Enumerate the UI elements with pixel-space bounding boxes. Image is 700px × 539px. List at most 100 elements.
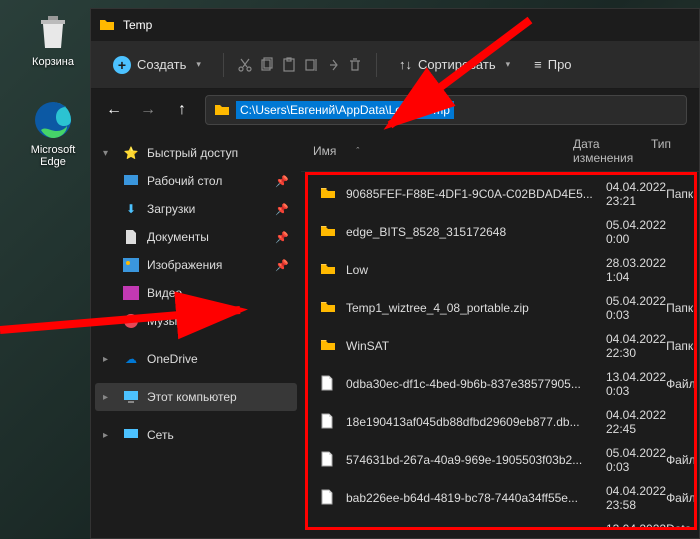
sidebar-this-pc[interactable]: ▸ Этот компьютер — [95, 383, 297, 411]
folder-icon — [214, 102, 230, 118]
file-row[interactable]: 574631bd-267a-40a9-969e-1905503f03b2...0… — [308, 441, 694, 479]
sidebar-item-label: Этот компьютер — [147, 390, 237, 404]
file-area: Имя ˆ Дата изменения Тип 90685FEF-F88E-4… — [301, 131, 699, 538]
share-icon[interactable] — [324, 56, 342, 74]
file-name: 574631bd-267a-40a9-969e-1905503f03b2... — [346, 453, 606, 467]
file-icon — [320, 451, 338, 469]
sidebar-item-label: Загрузки — [147, 202, 195, 216]
file-list[interactable]: 90685FEF-F88E-4DF1-9C0A-C02BDAD4E5...04.… — [305, 172, 697, 530]
up-button[interactable]: ↑ — [171, 99, 193, 121]
sidebar-quick-access[interactable]: ▾ ⭐ Быстрый доступ — [95, 139, 297, 167]
sidebar-downloads[interactable]: ⬇ Загрузки 📌 — [115, 195, 297, 223]
file-row[interactable]: Temp1_wiztree_4_08_portable.zip05.04.202… — [308, 289, 694, 327]
toolbar: + Создать ▾ ↑↓ Сортировать ▾ ≡ Про — [91, 41, 699, 89]
edge-browser-icon[interactable]: Microsoft Edge — [18, 100, 88, 168]
star-icon: ⭐ — [123, 145, 139, 161]
file-list-header: Имя ˆ Дата изменения Тип — [301, 131, 699, 172]
rename-icon[interactable] — [302, 56, 320, 74]
video-icon — [123, 285, 139, 301]
image-icon — [123, 257, 139, 273]
file-row[interactable]: Low28.03.2022 1:04 — [308, 251, 694, 289]
document-icon — [123, 229, 139, 245]
back-button[interactable]: ← — [103, 99, 125, 121]
delete-icon[interactable] — [346, 56, 364, 74]
file-date: 05.04.2022 0:00 — [606, 218, 666, 246]
file-date: 05.04.2022 0:03 — [606, 446, 666, 474]
view-button[interactable]: ≡ Про — [524, 51, 581, 78]
file-date: 04.04.2022 23:21 — [606, 180, 666, 208]
nav-row: ← → ↑ C:\Users\Евгений\AppData\Local\Tem… — [91, 89, 699, 131]
folder-icon — [320, 223, 338, 241]
sidebar-onedrive[interactable]: ▸ ☁ OneDrive — [95, 345, 297, 373]
chevron-right-icon: ▸ — [103, 392, 115, 403]
file-row[interactable]: 18e190413af045db88dfbd29609eb877.db...04… — [308, 403, 694, 441]
file-row[interactable]: edge_BITS_8528_31517264805.04.2022 0:00 — [308, 213, 694, 251]
sidebar: ▾ ⭐ Быстрый доступ Рабочий стол 📌 ⬇ Загр… — [91, 131, 301, 538]
chevron-down-icon: ▾ — [103, 148, 115, 159]
pin-icon: 📌 — [275, 231, 289, 244]
column-type[interactable]: Тип — [651, 137, 687, 165]
trash-icon — [33, 12, 73, 52]
file-row[interactable]: 0dba30ec-df1c-4bed-9b6b-837e38577905...1… — [308, 365, 694, 403]
edge-label: Microsoft Edge — [18, 144, 88, 168]
file-name: 18e190413af045db88dfbd29609eb877.db... — [346, 415, 606, 429]
sidebar-item-label: Музыка — [147, 314, 189, 328]
desktop-icon — [123, 173, 139, 189]
file-date: 13.04.2022 22:01 — [606, 522, 666, 530]
pin-icon: 📌 — [275, 175, 289, 188]
sidebar-network[interactable]: ▸ Сеть — [95, 421, 297, 449]
sort-asc-icon: ˆ — [356, 146, 359, 156]
titlebar[interactable]: Temp — [91, 9, 699, 41]
sidebar-pictures[interactable]: Изображения 📌 — [115, 251, 297, 279]
file-name: edge_BITS_8528_315172648 — [346, 225, 606, 239]
file-type: Папка — [666, 187, 697, 201]
address-bar[interactable]: C:\Users\Евгений\AppData\Local\Temp — [205, 95, 687, 125]
sort-button[interactable]: ↑↓ Сортировать ▾ — [389, 51, 520, 78]
file-date: 13.04.2022 0:03 — [606, 370, 666, 398]
cut-icon[interactable] — [236, 56, 254, 74]
file-date: 04.04.2022 22:30 — [606, 332, 666, 360]
paste-icon[interactable] — [280, 56, 298, 74]
file-icon — [320, 413, 338, 431]
file-row[interactable]: bab226ee-b64d-4819-bc78-7440a34ff55e...0… — [308, 479, 694, 517]
music-icon — [123, 313, 139, 329]
file-row[interactable]: bc3902d8132f43e3ae086a009979fa8813.04.20… — [308, 517, 694, 530]
download-icon: ⬇ — [123, 201, 139, 217]
column-date[interactable]: Дата изменения — [573, 137, 651, 165]
recycle-bin-icon[interactable]: Корзина — [18, 12, 88, 68]
file-icon — [320, 527, 338, 530]
sidebar-item-label: Документы — [147, 230, 209, 244]
sidebar-desktop[interactable]: Рабочий стол 📌 — [115, 167, 297, 195]
sidebar-music[interactable]: Музыка — [115, 307, 297, 335]
file-name: Low — [346, 263, 606, 277]
column-name[interactable]: Имя ˆ — [313, 137, 573, 165]
file-date: 28.03.2022 1:04 — [606, 256, 666, 284]
chevron-right-icon: ▸ — [103, 354, 115, 365]
file-name: WinSAT — [346, 339, 606, 353]
folder-icon — [320, 261, 338, 279]
file-row[interactable]: 90685FEF-F88E-4DF1-9C0A-C02BDAD4E5...04.… — [308, 175, 694, 213]
create-button[interactable]: + Создать ▾ — [103, 50, 211, 80]
forward-button[interactable]: → — [137, 99, 159, 121]
sort-icon: ↑↓ — [399, 57, 412, 72]
pc-icon — [123, 389, 139, 405]
sidebar-videos[interactable]: Видео — [115, 279, 297, 307]
create-label: Создать — [137, 57, 186, 72]
file-row[interactable]: WinSAT04.04.2022 22:30Папка — [308, 327, 694, 365]
folder-icon — [320, 299, 338, 317]
sidebar-documents[interactable]: Документы 📌 — [115, 223, 297, 251]
chevron-down-icon: ▾ — [196, 59, 201, 70]
view-label: Про — [548, 57, 572, 72]
edge-icon — [33, 100, 73, 140]
file-name: bc3902d8132f43e3ae086a009979fa88 — [346, 529, 606, 530]
copy-icon[interactable] — [258, 56, 276, 74]
file-name: Temp1_wiztree_4_08_portable.zip — [346, 301, 606, 315]
file-type: Папка — [666, 339, 697, 353]
file-type: Папка — [666, 301, 697, 315]
plus-icon: + — [113, 56, 131, 74]
window-title: Temp — [123, 18, 152, 32]
chevron-down-icon: ▾ — [506, 59, 511, 70]
address-path[interactable]: C:\Users\Евгений\AppData\Local\Temp — [236, 101, 454, 119]
file-name: 0dba30ec-df1c-4bed-9b6b-837e38577905... — [346, 377, 606, 391]
sidebar-item-label: Видео — [147, 286, 182, 300]
